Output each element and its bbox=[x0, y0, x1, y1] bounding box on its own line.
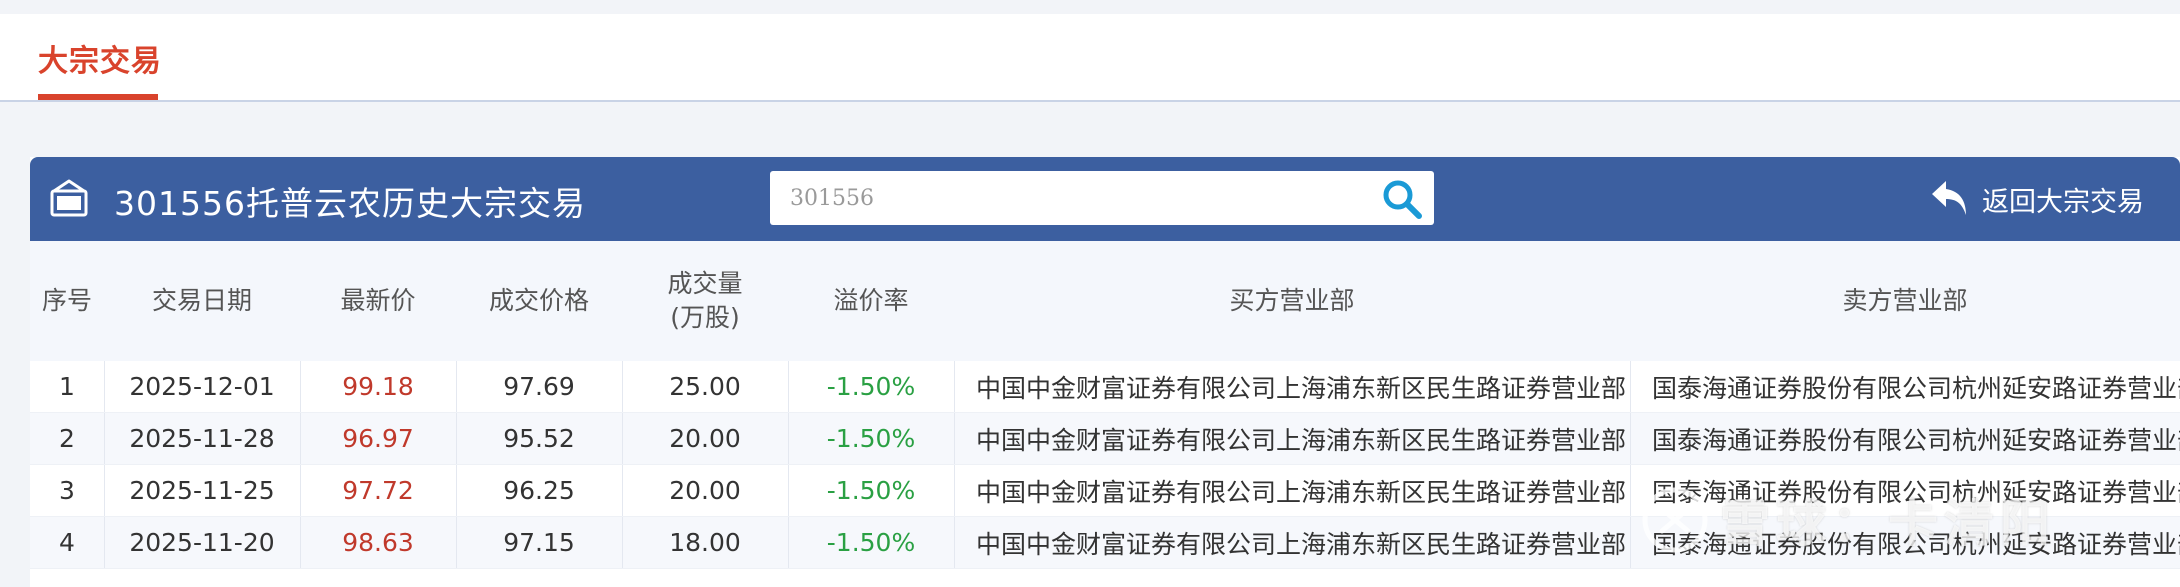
table-row: 3 2025-11-25 97.72 96.25 20.00 -1.50% 中国… bbox=[30, 465, 2180, 517]
col-deal-price: 成交价格 bbox=[488, 286, 589, 315]
cell-index: 4 bbox=[59, 528, 75, 557]
col-volume-line2: (万股) bbox=[670, 303, 740, 332]
cell-index: 1 bbox=[59, 372, 75, 401]
cell-seller[interactable]: 国泰海通证券股份有限公司杭州延安路证券营业部 bbox=[1630, 413, 2180, 464]
cell-date: 2025-12-01 bbox=[129, 372, 275, 401]
cell-buyer[interactable]: 中国中金财富证券有限公司上海浦东新区民生路证券营业部 bbox=[954, 413, 1630, 464]
col-buyer: 买方营业部 bbox=[1229, 286, 1355, 315]
cell-premium: -1.50% bbox=[826, 372, 916, 401]
tab-block-trade[interactable]: 大宗交易 bbox=[38, 36, 162, 80]
back-arrow-icon bbox=[1932, 181, 1966, 215]
cell-buyer[interactable]: 中国中金财富证券有限公司上海浦东新区民生路证券营业部 bbox=[954, 465, 1630, 516]
col-premium: 溢价率 bbox=[833, 286, 909, 315]
cell-premium: -1.50% bbox=[826, 424, 916, 453]
cell-deal-price: 97.15 bbox=[503, 528, 575, 557]
col-latest-price: 最新价 bbox=[340, 286, 416, 315]
col-date: 交易日期 bbox=[151, 286, 252, 315]
panel-header: 301556托普云农历史大宗交易 返回大宗交易 bbox=[30, 157, 2180, 241]
cell-premium: -1.50% bbox=[826, 528, 916, 557]
col-volume: 成交量 (万股) bbox=[622, 241, 788, 361]
top-strip bbox=[0, 0, 2180, 14]
cell-date: 2025-11-25 bbox=[129, 476, 275, 505]
tab-bar: 大宗交易 bbox=[0, 14, 2180, 102]
cell-seller[interactable]: 国泰海通证券股份有限公司杭州延安路证券营业部 bbox=[1630, 361, 2180, 412]
cell-buyer[interactable]: 中国中金财富证券有限公司上海浦东新区民生路证券营业部 bbox=[954, 361, 1630, 412]
cell-date: 2025-11-20 bbox=[129, 528, 275, 557]
cell-date: 2025-11-28 bbox=[129, 424, 275, 453]
col-seller: 卖方营业部 bbox=[1842, 286, 1968, 315]
search-box bbox=[770, 171, 1434, 225]
cell-buyer[interactable]: 中国中金财富证券有限公司上海浦东新区民生路证券营业部 bbox=[954, 517, 1630, 568]
back-button-label: 返回大宗交易 bbox=[1982, 186, 2144, 218]
cell-latest-price: 99.18 bbox=[342, 372, 414, 401]
cell-volume: 20.00 bbox=[669, 424, 741, 453]
table-row: 2 2025-11-28 96.97 95.52 20.00 -1.50% 中国… bbox=[30, 413, 2180, 465]
cell-seller[interactable]: 国泰海通证券股份有限公司杭州延安路证券营业部 bbox=[1630, 465, 2180, 516]
table-row: 1 2025-12-01 99.18 97.69 25.00 -1.50% 中国… bbox=[30, 361, 2180, 413]
cell-deal-price: 97.69 bbox=[503, 372, 575, 401]
cell-latest-price: 97.72 bbox=[342, 476, 414, 505]
cell-deal-price: 96.25 bbox=[503, 476, 575, 505]
col-volume-line1: 成交量 bbox=[667, 269, 743, 298]
active-tab-indicator bbox=[38, 94, 158, 100]
cell-volume: 25.00 bbox=[669, 372, 741, 401]
back-button[interactable]: 返回大宗交易 bbox=[1928, 175, 2144, 223]
block-trade-table: 序号 交易日期 最新价 成交价格 成交量 (万股) 溢价率 买方营业部 卖方营业… bbox=[30, 241, 2180, 569]
history-panel: 301556托普云农历史大宗交易 返回大宗交易 序号 交易日期 最新价 成交价格… bbox=[30, 157, 2180, 587]
cell-premium: -1.50% bbox=[826, 476, 916, 505]
search-icon[interactable] bbox=[1380, 177, 1424, 221]
page-title: 301556托普云农历史大宗交易 bbox=[114, 184, 586, 223]
table-header: 序号 交易日期 最新价 成交价格 成交量 (万股) 溢价率 买方营业部 卖方营业… bbox=[30, 241, 2180, 361]
cell-volume: 18.00 bbox=[669, 528, 741, 557]
cell-index: 2 bbox=[59, 424, 75, 453]
table-row: 4 2025-11-20 98.63 97.15 18.00 -1.50% 中国… bbox=[30, 517, 2180, 569]
cell-latest-price: 96.97 bbox=[342, 424, 414, 453]
cell-volume: 20.00 bbox=[669, 476, 741, 505]
search-input[interactable] bbox=[790, 171, 1350, 225]
inbox-icon bbox=[50, 179, 88, 217]
col-index: 序号 bbox=[41, 286, 92, 315]
cell-deal-price: 95.52 bbox=[503, 424, 575, 453]
cell-index: 3 bbox=[59, 476, 75, 505]
cell-latest-price: 98.63 bbox=[342, 528, 414, 557]
cell-seller[interactable]: 国泰海通证券股份有限公司杭州延安路证券营业部 bbox=[1630, 517, 2180, 568]
